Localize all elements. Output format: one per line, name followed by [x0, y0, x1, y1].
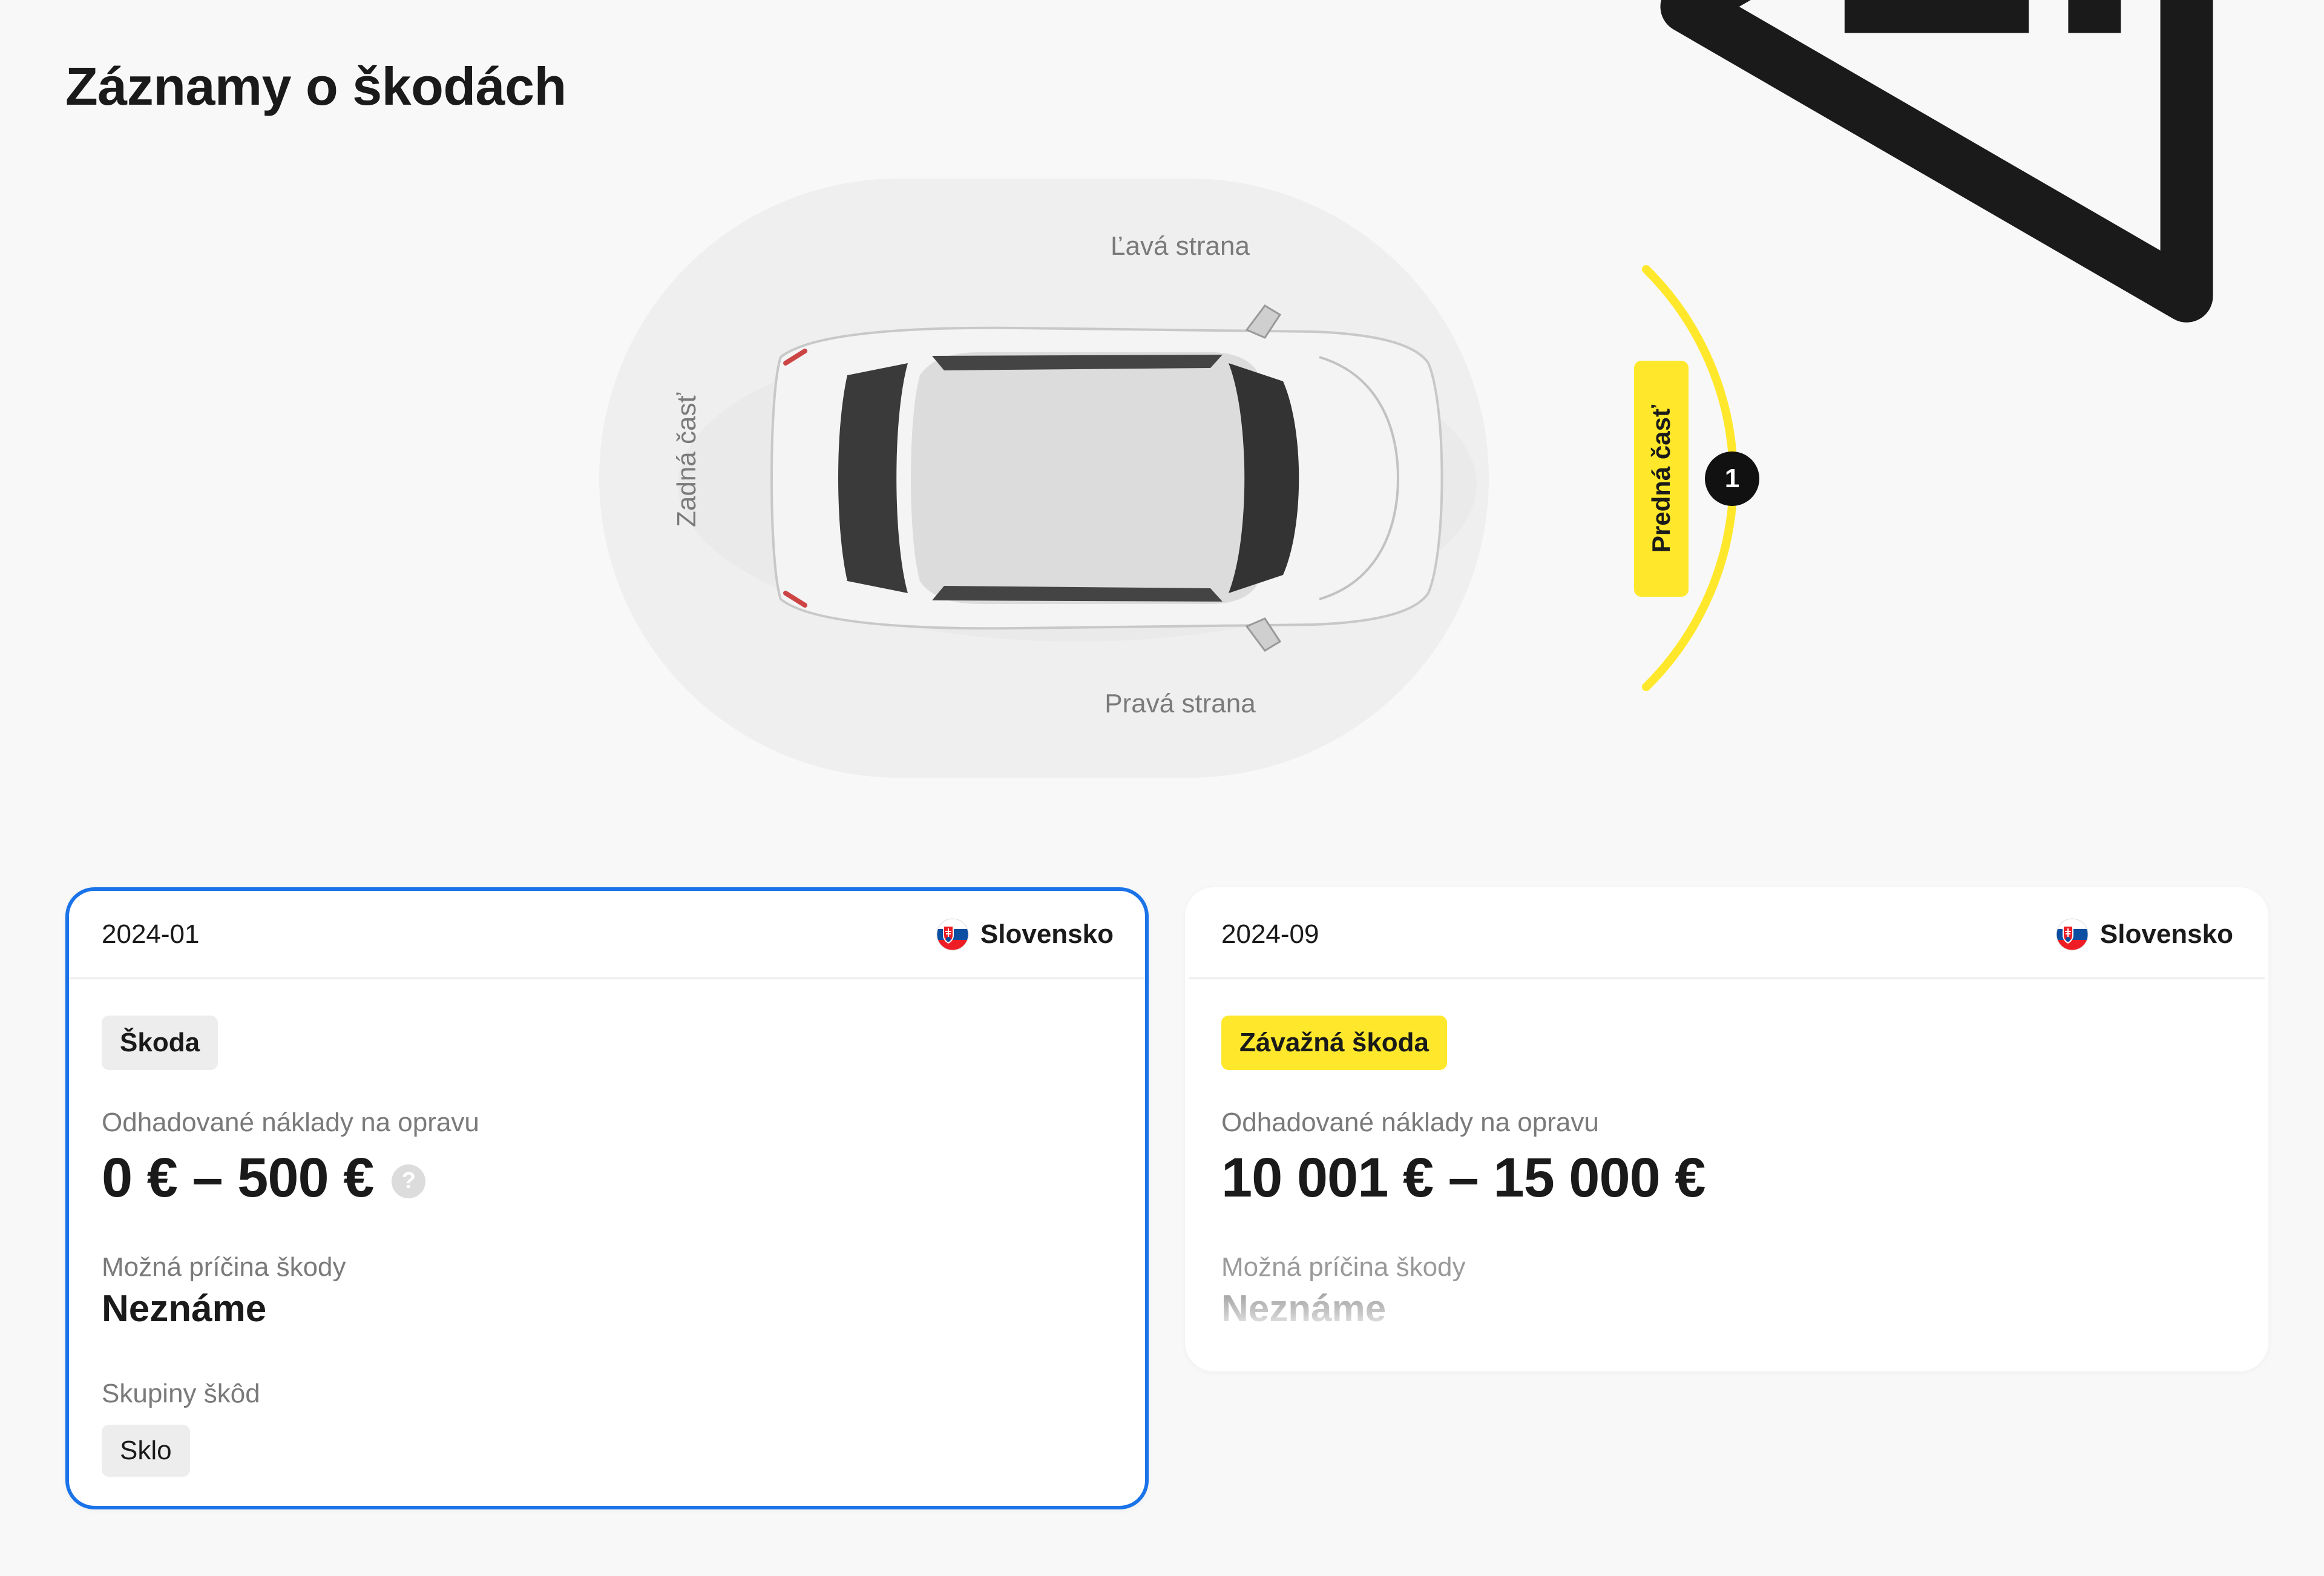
damage-badge: Škoda: [102, 1016, 218, 1070]
left-side-label: Ľavá strana: [1111, 231, 1250, 261]
cause-label: Možná príčina škody: [1221, 1252, 1466, 1282]
record-date: 2024-09: [1221, 919, 1319, 949]
page-title: Záznamy o škodách: [65, 56, 566, 116]
warning-icon: [1660, 0, 2213, 323]
damage-groups-label: Skupiny škôd: [102, 1379, 260, 1408]
card-header: 2024-09 Slovensko: [1189, 891, 2265, 979]
car-top-view: [678, 304, 1477, 652]
help-icon[interactable]: ?: [392, 1164, 426, 1198]
damage-location-diagram: Ľavá strana Pravá strana Zadná časť Pred…: [593, 0, 2213, 781]
cost-value: 10 001 € – 15 000 €: [1221, 1147, 1706, 1209]
cost-label: Odhadované náklady na opravu: [102, 1108, 479, 1137]
slovakia-flag-icon: [936, 918, 969, 950]
cause-label: Možná príčina škody: [102, 1252, 346, 1282]
record-country: Slovensko: [2055, 918, 2233, 951]
country-name: Slovensko: [980, 919, 1114, 949]
country-name: Slovensko: [2099, 919, 2233, 949]
damage-record-card[interactable]: 2024-01 Slovensko Škoda Odhadované nákla…: [65, 887, 1149, 1509]
card-header: 2024-01 Slovensko: [69, 891, 1145, 979]
front-area-tag[interactable]: Predná časť: [1634, 0, 2213, 597]
cost-label: Odhadované náklady na opravu: [1221, 1108, 1599, 1137]
cause-value: Neznáme: [102, 1288, 267, 1330]
record-country: Slovensko: [936, 918, 1114, 951]
damage-count-marker[interactable]: 1: [1705, 451, 1759, 506]
damage-record-card[interactable]: 2024-09 Slovensko Závažná škoda Odhadova…: [1185, 887, 2268, 1371]
cost-value: 0 € – 500 €: [102, 1147, 374, 1209]
rear-label: Zadná časť: [672, 393, 701, 527]
severe-damage-badge: Závažná škoda: [1221, 1016, 1448, 1070]
slovakia-flag-icon: [2056, 918, 2089, 950]
cause-value: Neznáme: [1221, 1287, 2232, 1330]
record-date: 2024-01: [102, 919, 200, 949]
damage-group-chip: Sklo: [102, 1425, 190, 1477]
right-side-label: Pravá strana: [1105, 689, 1256, 718]
